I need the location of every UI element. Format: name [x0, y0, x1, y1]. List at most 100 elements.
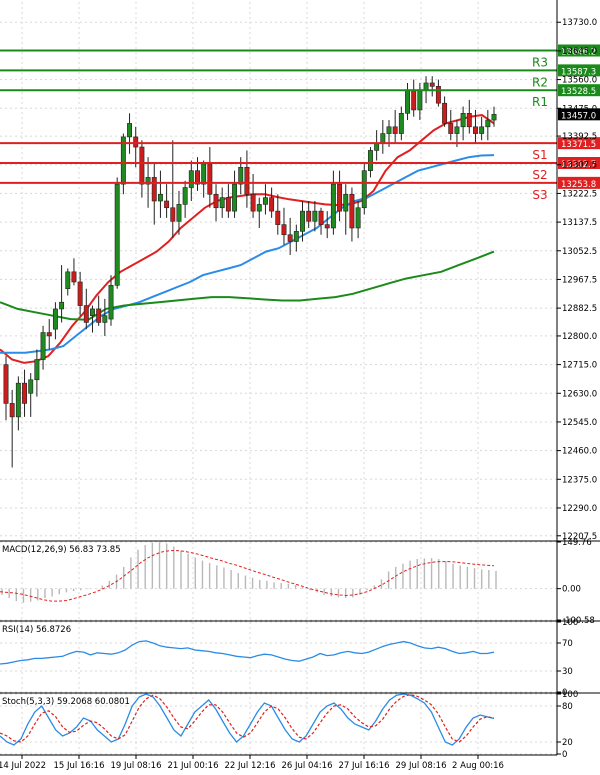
candle-body: [312, 210, 318, 222]
stoch-title: Stoch(5,3,3) 59.2068 60.0801: [2, 697, 130, 707]
candle-body: [52, 308, 58, 330]
x-tick-label: 2 Aug 00:16: [452, 761, 504, 771]
candle-body: [466, 113, 472, 128]
candle-body: [300, 210, 305, 232]
candle-body: [448, 123, 454, 134]
candle-body: [392, 126, 398, 134]
y-tick-label: 13392.5: [562, 132, 597, 142]
x-tick-label: 27 Jul 16:16: [339, 761, 390, 771]
x-tick-label: 14 Jul 2022: [0, 761, 46, 771]
y-tick-label: 12290.0: [562, 504, 597, 514]
candle-body: [170, 207, 176, 222]
candle-body: [3, 364, 9, 404]
candle-body: [343, 193, 349, 212]
candle-body: [232, 183, 238, 212]
candle-body: [479, 126, 485, 134]
candle-body: [83, 305, 89, 323]
level-name-s1: S1: [532, 148, 547, 162]
candle-body: [330, 183, 336, 229]
level-price-label: 13528.5: [561, 87, 596, 97]
candle-body: [34, 359, 40, 381]
candle-body: [65, 271, 71, 290]
grid-lines: [0, 2, 557, 754]
candle-body: [164, 200, 170, 209]
trading-chart: R313646.2R213587.3R113528.5S113371.5S213…: [0, 0, 600, 771]
candle-body: [491, 114, 497, 121]
y-tick-label: 12545.0: [562, 418, 597, 428]
x-tick-label: 19 Jul 08:16: [111, 761, 162, 771]
level-name-s3: S3: [532, 188, 547, 202]
candle-body: [28, 379, 34, 394]
candle-body: [182, 187, 188, 205]
candle-body: [225, 197, 231, 212]
y-tick-label: 13222.5: [562, 189, 597, 199]
y-tick-label: 12460.0: [562, 447, 597, 457]
stoch-tick-label: 80: [562, 702, 573, 712]
y-tick-label: 12800.0: [562, 332, 597, 342]
stoch-tick-label: 100: [562, 690, 578, 700]
candle-body: [133, 136, 139, 148]
rsi-tick-label: 30: [562, 667, 573, 677]
y-tick-label: 13560.0: [562, 76, 597, 86]
rsi-tick-label: 100: [562, 618, 578, 628]
y-tick-label: 12630.0: [562, 389, 597, 399]
candle-body: [454, 126, 460, 134]
candle-body: [59, 301, 65, 310]
candle-body: [367, 150, 373, 171]
level-name-r3: R3: [532, 56, 548, 70]
candle-body: [201, 163, 207, 185]
candle-body: [423, 82, 429, 90]
candle-body: [411, 89, 417, 111]
candle-body: [324, 224, 330, 229]
stoch-tick-label: 0: [562, 750, 567, 760]
candle-body: [188, 170, 194, 188]
candle-body: [157, 193, 163, 202]
candle-body: [15, 382, 21, 418]
candle-body: [374, 143, 380, 151]
x-tick-label: 21 Jul 00:16: [168, 761, 219, 771]
candle-body: [71, 271, 77, 283]
candle-body: [429, 82, 435, 87]
candle-body: [102, 315, 108, 323]
candle-body: [337, 183, 343, 212]
candle-body: [435, 86, 441, 104]
level-name-r2: R2: [532, 75, 548, 89]
rsi-title: RSI(14) 56.8726: [2, 625, 71, 635]
candle-body: [405, 89, 410, 114]
y-tick-label: 12967.5: [562, 275, 597, 285]
candle-body: [386, 126, 392, 134]
candle-body: [46, 332, 52, 337]
candle-body: [207, 163, 213, 195]
candle-body: [442, 102, 448, 124]
candle-body: [213, 193, 219, 209]
candle-body: [269, 197, 275, 212]
macd-title: MACD(12,26,9) 56.83 73.85: [2, 545, 121, 555]
candle-body: [219, 197, 225, 209]
y-tick-label: 12882.5: [562, 304, 597, 314]
candle-body: [176, 204, 182, 222]
level-price-label: 13253.8: [561, 180, 596, 190]
x-tick-label: 22 Jul 12:16: [225, 761, 276, 771]
candle-body: [151, 177, 157, 202]
x-tick-label: 15 Jul 16:16: [54, 761, 105, 771]
chart-frame: [0, 0, 600, 755]
candle-body: [398, 113, 404, 134]
candle-body: [127, 123, 133, 138]
candle-body: [22, 382, 27, 404]
candle-body: [275, 210, 281, 225]
y-tick-label: 13052.5: [562, 247, 597, 257]
candle-body: [293, 231, 299, 242]
candle-body: [262, 197, 268, 205]
candle-body: [349, 193, 355, 229]
candle-body: [256, 204, 262, 212]
y-tick-label: 13645.0: [562, 47, 597, 57]
y-tick-label: 12715.0: [562, 361, 597, 371]
candle-body: [40, 332, 46, 360]
candle-body: [306, 210, 312, 222]
level-name-r1: R1: [532, 95, 548, 109]
y-tick-label: 13730.0: [562, 18, 597, 28]
rsi-line: [0, 640, 495, 665]
current-price-label: 13457.0: [561, 111, 596, 121]
candle-body: [90, 308, 95, 316]
macd-signal-line: [0, 550, 495, 602]
